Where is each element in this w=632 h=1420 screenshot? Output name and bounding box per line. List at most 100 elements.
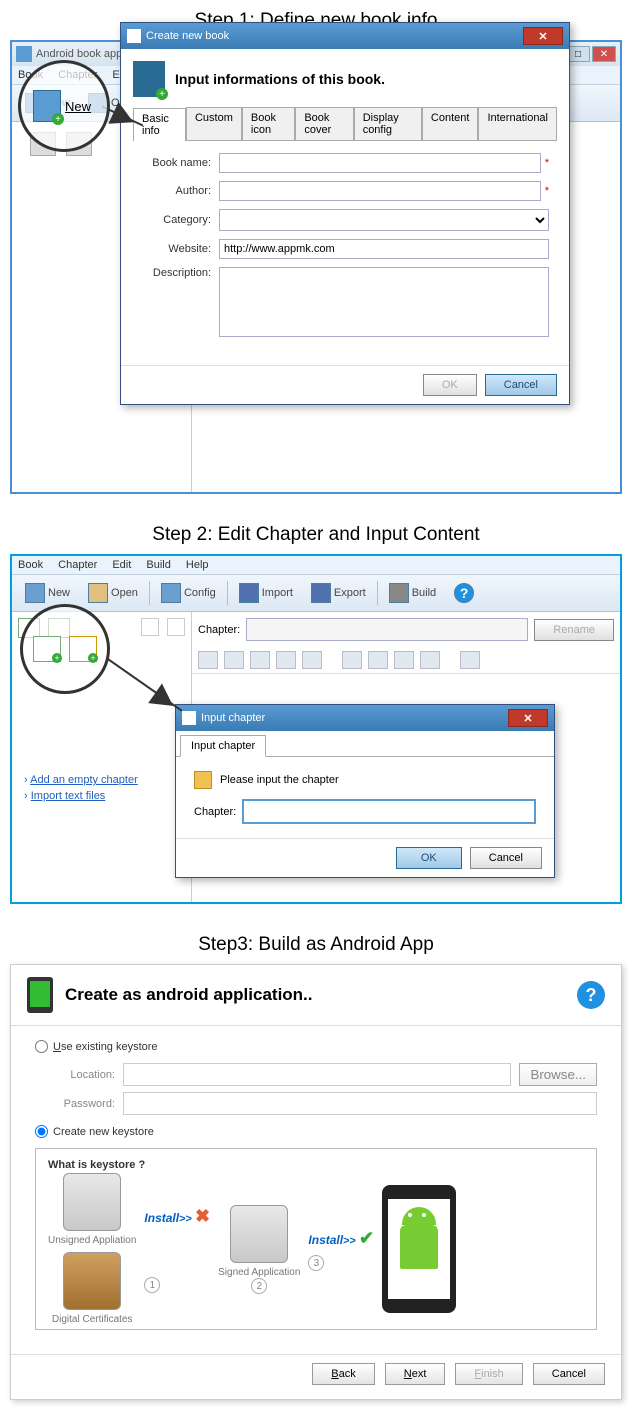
help-icon[interactable]: ? <box>577 981 605 1009</box>
open-icon <box>88 583 108 603</box>
finish-button[interactable]: Finish <box>455 1363 522 1385</box>
toolbar-new[interactable]: New <box>18 579 77 607</box>
tab-book-cover[interactable]: Book cover <box>295 107 353 140</box>
menu-edit[interactable]: Edit <box>112 559 131 571</box>
dialog-close-button[interactable]: ✕ <box>508 709 548 727</box>
unsigned-app-item: Unsigned Appliation <box>48 1173 136 1246</box>
editor-tool-icon[interactable] <box>368 651 388 669</box>
dialog-titlebar: Input chapter ✕ <box>176 705 554 731</box>
book-name-input[interactable] <box>219 153 541 173</box>
toolbar-config[interactable]: Config <box>154 579 223 607</box>
editor-tool-icon[interactable] <box>342 651 362 669</box>
next-button[interactable]: Next <box>385 1363 446 1385</box>
chapter-input[interactable] <box>242 799 536 824</box>
required-star: * <box>545 157 549 169</box>
editor-tool-icon[interactable] <box>460 651 480 669</box>
tab-book-icon[interactable]: Book icon <box>242 107 295 140</box>
success-check-icon: ✔ <box>359 1228 374 1248</box>
editor-tool-icon[interactable] <box>302 651 322 669</box>
description-textarea[interactable] <box>219 267 549 337</box>
phone-app-icon <box>27 977 53 1013</box>
menu-build[interactable]: Build <box>146 559 170 571</box>
create-book-dialog: Create new book ✕ Input informations of … <box>120 22 570 405</box>
required-star: * <box>545 185 549 197</box>
chapter-field-label: Chapter: <box>194 806 236 818</box>
password-input[interactable] <box>123 1092 597 1115</box>
close-button[interactable]: ✕ <box>592 46 616 62</box>
menu-help[interactable]: Help <box>186 559 209 571</box>
author-input[interactable] <box>219 181 541 201</box>
install-label-1: Install <box>144 1211 179 1225</box>
create-new-label: Create new keystore <box>53 1126 154 1138</box>
category-select[interactable] <box>219 209 549 231</box>
tab-input-chapter[interactable]: Input chapter <box>180 735 266 757</box>
help-icon: ? <box>454 583 474 603</box>
input-chapter-dialog: Input chapter ✕ Input chapter Please inp… <box>175 704 555 878</box>
chapter-label: Chapter: <box>198 624 240 636</box>
step-num-2: 2 <box>251 1278 267 1294</box>
website-label: Website: <box>141 243 211 255</box>
cancel-button[interactable]: Cancel <box>533 1363 605 1385</box>
menu-chapter[interactable]: Chapter <box>58 559 97 571</box>
new-button-highlight: New <box>18 60 110 152</box>
toolbar: New Open Config Import Export Build ? <box>12 575 620 612</box>
toolbar-build[interactable]: Build <box>382 579 443 607</box>
create-new-radio[interactable] <box>35 1125 48 1138</box>
browse-button[interactable]: Browse... <box>519 1063 597 1086</box>
import-text-files-link[interactable]: Import text files <box>31 790 106 802</box>
add-empty-chapter-link[interactable]: Add an empty chapter <box>30 774 138 786</box>
menu-book[interactable]: Book <box>18 559 43 571</box>
tab-custom[interactable]: Custom <box>186 107 242 140</box>
dialog-icon <box>127 29 141 43</box>
new-label[interactable]: New <box>65 99 91 114</box>
rename-button[interactable]: Rename <box>534 619 614 641</box>
password-label: Password: <box>55 1098 115 1110</box>
ok-button[interactable]: OK <box>396 847 462 869</box>
import-icon <box>239 583 259 603</box>
dialog-titlebar: Create new book ✕ <box>121 23 569 49</box>
cancel-button[interactable]: Cancel <box>470 847 542 869</box>
chapter-name-input[interactable] <box>246 618 528 641</box>
description-label: Description: <box>141 267 211 279</box>
editor-tool-icon[interactable] <box>198 651 218 669</box>
editor-toolbar <box>192 647 620 674</box>
back-button[interactable]: Back <box>312 1363 374 1385</box>
tab-international[interactable]: International <box>478 107 557 140</box>
cancel-button[interactable]: Cancel <box>485 374 557 396</box>
website-input[interactable] <box>219 239 549 259</box>
book-large-icon <box>133 61 165 97</box>
tab-content[interactable]: Content <box>422 107 479 140</box>
config-icon <box>161 583 181 603</box>
keystore-info-box: What is keystore ? Unsigned Appliation D… <box>35 1148 597 1330</box>
editor-tool-icon[interactable] <box>250 651 270 669</box>
toolbar-import[interactable]: Import <box>232 579 300 607</box>
editor-tool-icon[interactable] <box>394 651 414 669</box>
toolbar-help[interactable]: ? <box>447 579 481 607</box>
use-existing-label: UUse existing keystorese existing keysto… <box>53 1041 158 1053</box>
install-label-2: Install <box>308 1233 343 1247</box>
editor-tool-icon[interactable] <box>420 651 440 669</box>
dialog-title-text: Create new book <box>146 30 229 42</box>
editor-tool-icon[interactable] <box>224 651 244 669</box>
ok-button[interactable]: OK <box>423 374 477 396</box>
unsigned-app-icon <box>63 1173 121 1231</box>
use-existing-radio[interactable] <box>35 1040 48 1053</box>
location-input[interactable] <box>123 1063 511 1086</box>
dialog-icon <box>182 711 196 725</box>
export-icon <box>311 583 331 603</box>
toolbar-open[interactable]: Open <box>81 579 145 607</box>
step-num-1: 1 <box>144 1277 160 1293</box>
book-plus-icon <box>33 90 61 122</box>
book-name-label: Book name: <box>141 157 211 169</box>
side-icon[interactable] <box>141 618 159 636</box>
side-icon[interactable] <box>167 618 185 636</box>
author-label: Author: <box>141 185 211 197</box>
editor-tool-icon[interactable] <box>276 651 296 669</box>
signed-app-item: Signed Application2 <box>218 1205 300 1294</box>
dialog-close-button[interactable]: ✕ <box>523 27 563 45</box>
toolbar-export[interactable]: Export <box>304 579 373 607</box>
tab-display-config[interactable]: Display config <box>354 107 422 140</box>
what-is-keystore-label: What is keystore ? <box>48 1159 584 1171</box>
step-num-3: 3 <box>308 1255 324 1271</box>
dialog-tabs: Basic info Custom Book icon Book cover D… <box>133 107 557 141</box>
